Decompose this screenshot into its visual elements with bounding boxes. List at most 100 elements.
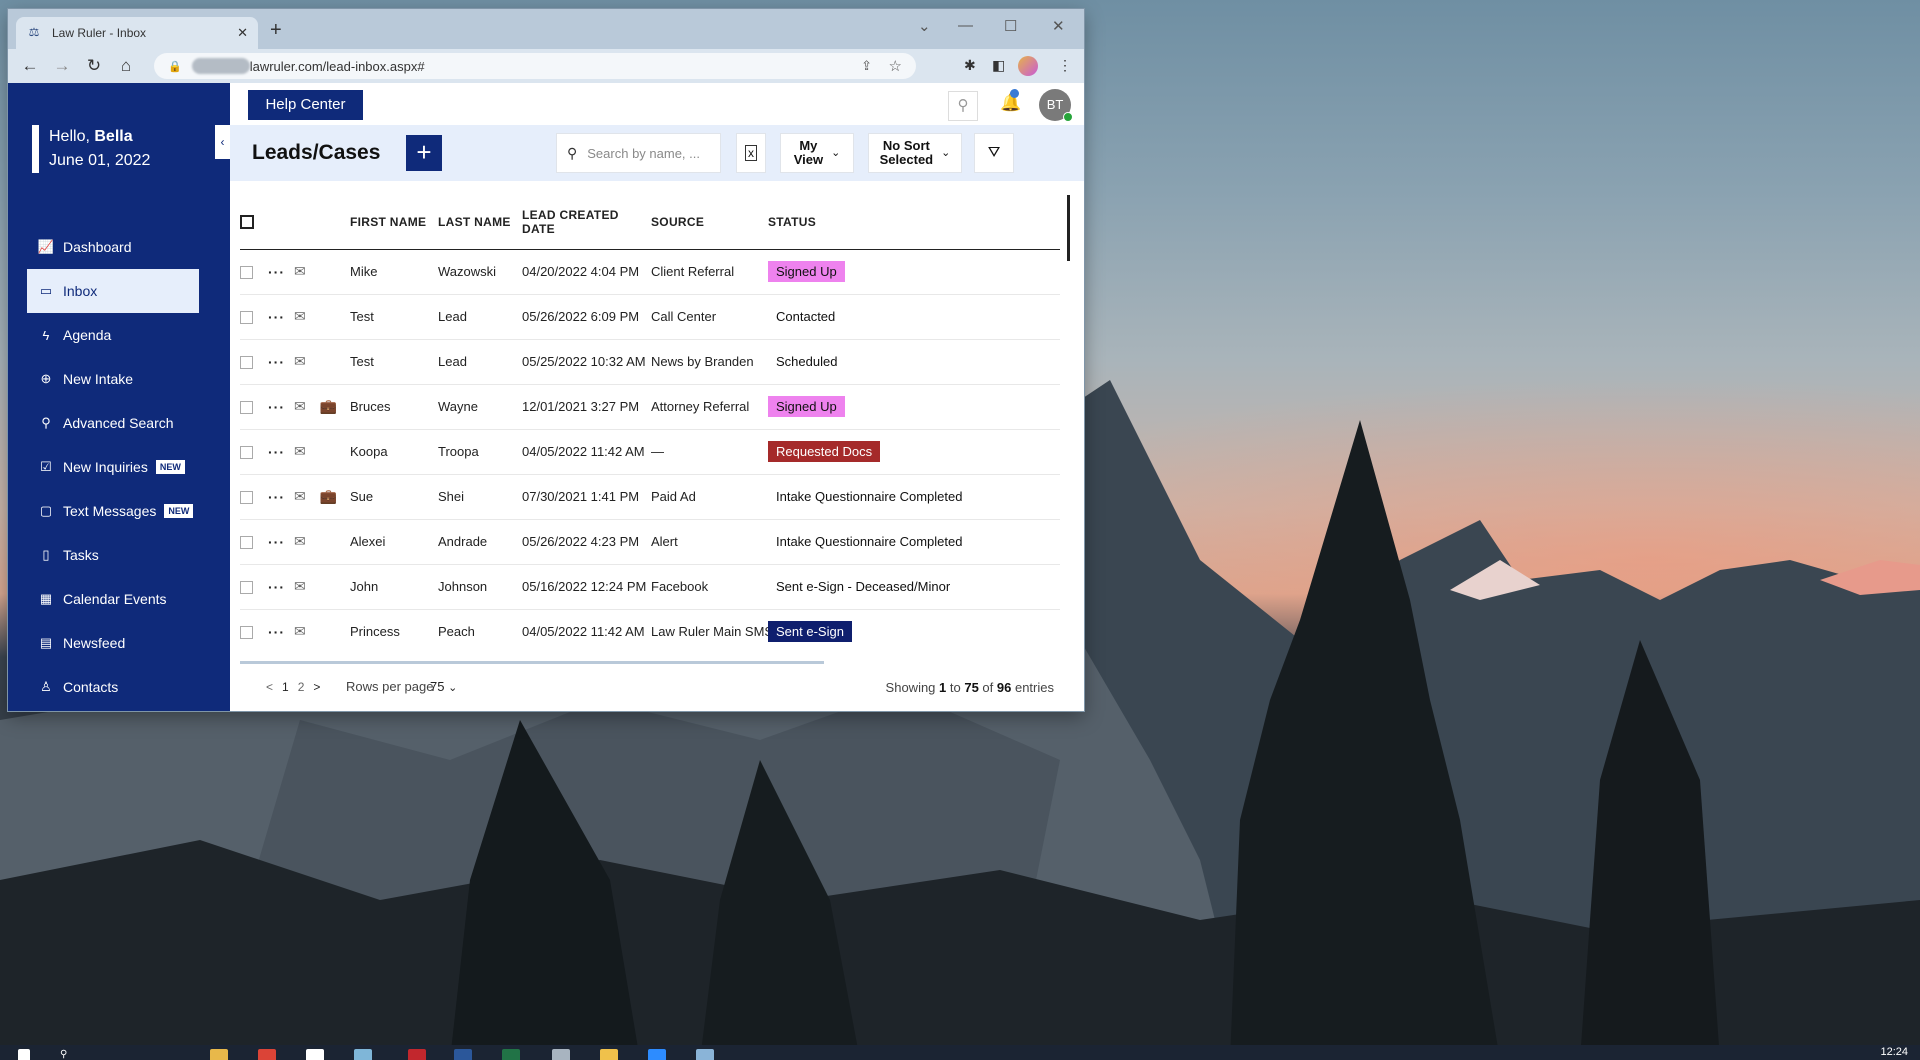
more-options-icon[interactable]: ··· [268,399,285,415]
envelope-icon[interactable]: ✉ [294,623,306,639]
next-page-button[interactable]: > [313,680,320,694]
first-name-cell[interactable]: Sue [350,474,438,520]
search-input[interactable]: ⚲ Search by name, ... [556,133,721,173]
table-row[interactable]: ··· ✉ 💼 Bruces Wayne 12/01/2021 3:27 PM Attorn… [240,384,1060,430]
more-options-icon[interactable]: ··· [268,624,285,640]
add-lead-button[interactable]: + [406,135,442,171]
sidebar-item-new-inquiries[interactable]: ☑ New Inquiries NEW [27,445,199,489]
sidebar-item-calendar-events[interactable]: ▦ Calendar Events [27,577,199,621]
help-center-button[interactable]: Help Center [248,90,363,120]
more-options-icon[interactable]: ··· [268,354,285,370]
table-row[interactable]: ··· ✉ John Johnson 05/16/2022 12:24 PM Facebo… [240,564,1060,610]
sidebar-item-advanced-search[interactable]: ⚲ Advanced Search [27,401,199,445]
kebab-menu-icon[interactable]: ⋮ [1058,57,1072,74]
sidebar-item-newsfeed[interactable]: ▤ Newsfeed [27,621,199,665]
close-window-icon[interactable]: ✕ [1052,17,1065,35]
envelope-icon[interactable]: ✉ [294,353,306,369]
first-name-cell[interactable]: Alexei [350,519,438,565]
page-1-button[interactable]: 1 [282,680,289,694]
globe-app-icon[interactable] [354,1049,372,1060]
row-checkbox[interactable] [240,266,253,280]
row-checkbox[interactable] [240,356,253,370]
search-icon[interactable]: ⚲ [948,91,978,121]
reload-icon[interactable]: ↻ [78,56,110,76]
word-icon[interactable] [454,1049,472,1060]
app-y-icon[interactable] [306,1049,324,1060]
sticky-notes-icon[interactable] [600,1049,618,1060]
first-name-cell[interactable]: Koopa [350,429,438,475]
last-name-cell[interactable]: Peach [438,609,522,653]
table-row[interactable]: ··· ✉ Koopa Troopa 04/05/2022 11:42 AM — Reque… [240,429,1060,475]
sidebar-item-contacts[interactable]: ♙ Contacts [27,665,199,709]
row-checkbox[interactable] [240,491,253,505]
column-header[interactable]: FIRST NAME [350,195,438,250]
briefcase-icon[interactable]: 💼 [320,488,337,504]
user-avatar[interactable]: BT [1039,89,1073,122]
column-header[interactable]: LEAD CREATED DATE [522,195,651,250]
file-explorer-icon[interactable] [210,1049,228,1060]
column-header[interactable]: SOURCE [651,195,768,250]
excel-icon[interactable] [502,1049,520,1060]
last-name-cell[interactable]: Wayne [438,384,522,430]
page-2-button[interactable]: 2 [298,680,305,694]
sidebar-item-tasks[interactable]: ▯ Tasks [27,533,199,577]
view-select[interactable]: My View ⌄ [780,133,854,173]
vertical-scrollbar[interactable] [1067,195,1070,261]
first-name-cell[interactable]: Test [350,339,438,385]
column-header[interactable]: LAST NAME [438,195,522,250]
last-name-cell[interactable]: Lead [438,294,522,340]
table-row[interactable]: ··· ✉ Test Lead 05/26/2022 6:09 PM Call Cente… [240,294,1060,340]
table-row[interactable]: ··· ✉ Princess Peach 04/05/2022 11:42 AM Law … [240,609,1060,653]
prev-page-button[interactable]: < [266,680,273,694]
envelope-icon[interactable]: ✉ [294,443,306,459]
envelope-icon[interactable]: ✉ [294,578,306,594]
more-options-icon[interactable]: ··· [268,489,285,505]
sidebar-item-inbox[interactable]: ▭ Inbox [27,269,199,313]
column-header[interactable]: STATUS [768,195,1060,250]
back-icon[interactable]: ← [14,56,46,76]
new-tab-icon[interactable]: + [270,19,282,42]
bell-icon[interactable]: 🔔 [1000,89,1021,113]
envelope-icon[interactable]: ✉ [294,308,306,324]
last-name-cell[interactable]: Lead [438,339,522,385]
first-name-cell[interactable]: John [350,564,438,610]
sidebar-item-new-intake[interactable]: ⊕ New Intake [27,357,199,401]
more-options-icon[interactable]: ··· [268,534,285,550]
last-name-cell[interactable]: Johnson [438,564,522,610]
forward-icon[interactable]: → [46,56,78,76]
last-name-cell[interactable]: Andrade [438,519,522,565]
first-name-cell[interactable]: Bruces [350,384,438,430]
search-icon[interactable]: ⚲ [60,1049,78,1060]
more-options-icon[interactable]: ··· [268,579,285,595]
first-name-cell[interactable]: Princess [350,609,438,653]
maximize-icon[interactable]: ☐ [1004,17,1017,35]
envelope-icon[interactable]: ✉ [294,488,306,504]
zoom-icon[interactable] [648,1049,666,1060]
close-tab-icon[interactable]: ✕ [237,25,248,41]
extensions-icon[interactable]: ✱ [964,57,976,74]
more-options-icon[interactable]: ··· [268,309,285,325]
envelope-icon[interactable]: ✉ [294,533,306,549]
more-options-icon[interactable]: ··· [268,264,285,280]
star-icon[interactable]: ☆ [889,57,902,75]
sidebar-item-agenda[interactable]: ϟ Agenda [27,313,199,357]
table-row[interactable]: ··· ✉ 💼 Sue Shei 07/30/2021 1:41 PM Paid Ad Int… [240,474,1060,520]
last-name-cell[interactable]: Wazowski [438,249,522,295]
minimize-icon[interactable]: — [958,17,973,34]
row-checkbox[interactable] [240,536,253,550]
envelope-icon[interactable]: ✉ [294,263,306,279]
row-checkbox[interactable] [240,311,253,325]
rows-per-page-select[interactable]: 75 ⌄ [430,679,457,694]
filter-button[interactable]: ⛛ [974,133,1014,173]
collapse-sidebar-button[interactable]: ‹ [215,125,230,159]
excel-export-button[interactable]: x [736,133,766,173]
sidebar-item-dashboard[interactable]: 📈 Dashboard [27,225,199,269]
calculator-icon[interactable] [696,1049,714,1060]
table-row[interactable]: ··· ✉ Mike Wazowski 04/20/2022 4:04 PM Client… [240,249,1060,295]
app-red-icon[interactable] [408,1049,426,1060]
horizontal-scrollbar[interactable] [240,661,824,664]
profile-avatar-icon[interactable] [1018,56,1038,76]
url-field[interactable]: 🔒 lawruler.com/lead-inbox.aspx# ⇪ ☆ [154,53,916,79]
sidebar-item-text-messages[interactable]: ▢ Text Messages NEW [27,489,199,533]
table-row[interactable]: ··· ✉ Alexei Andrade 05/26/2022 4:23 PM Alert… [240,519,1060,565]
